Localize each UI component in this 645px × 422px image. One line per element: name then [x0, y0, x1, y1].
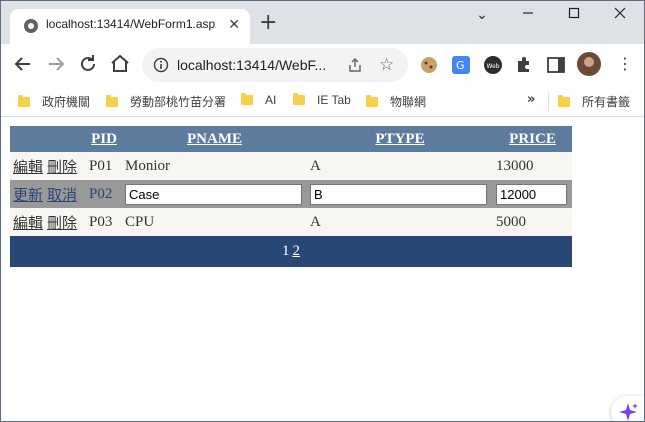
reload-icon[interactable] [76, 52, 100, 76]
folder-icon [558, 95, 570, 107]
bookmark-item[interactable]: 政府機關 [18, 93, 90, 109]
folder-icon [18, 95, 30, 107]
extension-cookie-icon[interactable] [419, 55, 439, 75]
pname-input[interactable] [125, 183, 302, 205]
puzzle-icon[interactable] [514, 55, 534, 75]
bookmark-item[interactable]: 物聯網 [366, 93, 426, 109]
pager-page-link[interactable]: 2 [293, 243, 301, 259]
header-ptype[interactable]: PTYPE [307, 126, 493, 152]
cancel-link[interactable]: 取消 [47, 188, 77, 204]
pager-current-page: 1 [282, 243, 290, 259]
info-icon[interactable] [153, 57, 169, 73]
folder-icon [293, 93, 305, 105]
table-row-editing: 更新 取消 P02 [10, 180, 572, 208]
back-icon[interactable] [11, 52, 35, 76]
sparkle-icon [619, 403, 638, 421]
grid-header-row: PID PNAME PTYPE PRICE [10, 126, 572, 152]
bookmarks-divider [548, 93, 549, 111]
ptype-cell: A [307, 208, 493, 236]
delete-link[interactable]: 刪除 [47, 160, 77, 176]
edit-link[interactable]: 編輯 [13, 216, 43, 232]
header-price[interactable]: PRICE [493, 126, 572, 152]
address-bar[interactable]: localhost:13414/WebF... ☆ [142, 48, 408, 82]
forward-icon[interactable] [44, 52, 68, 76]
price-input[interactable] [496, 183, 567, 205]
folder-icon [106, 95, 118, 107]
bookmark-item[interactable]: IE Tab [293, 93, 351, 109]
pid-cell: P01 [86, 152, 122, 180]
pid-cell: P03 [86, 208, 122, 236]
more-menu-icon[interactable]: ⋮ [617, 54, 633, 73]
pname-cell: CPU [122, 208, 307, 236]
ptype-input[interactable] [310, 183, 487, 205]
header-pname[interactable]: PNAME [122, 126, 307, 152]
header-pid[interactable]: PID [86, 126, 122, 152]
price-cell: 5000 [493, 208, 572, 236]
svg-text:Web: Web [487, 63, 500, 70]
table-row: 編輯 刪除 P03 CPU A 5000 [10, 208, 572, 236]
bookmarks-bar: 政府機關 勞動部桃竹苗分署 AI IE Tab 物聯網 » 所有書籤 [1, 86, 644, 117]
ptype-edit-cell [307, 180, 493, 208]
table-row: 編輯 刪除 P01 Monior A 13000 [10, 152, 572, 180]
close-window-icon[interactable] [605, 7, 635, 27]
folder-icon [241, 93, 253, 105]
maximize-icon[interactable] [559, 7, 589, 27]
translate-icon[interactable]: G [451, 55, 471, 75]
toolbar: localhost:13414/WebF... ☆ G Web ⋮ [1, 44, 644, 86]
title-bar: localhost:13414/WebForm1.aspx ✕ + ⌄ [1, 1, 644, 44]
bookmark-item[interactable]: AI [241, 93, 276, 109]
command-cell: 編輯 刪除 [10, 152, 86, 180]
product-gridview: PID PNAME PTYPE PRICE 編輯 刪除 P01 Monior A … [10, 126, 572, 267]
price-cell: 13000 [493, 152, 572, 180]
folder-icon [366, 95, 378, 107]
price-edit-cell [493, 180, 572, 208]
pager-row: 12 [10, 236, 572, 267]
new-tab-button[interactable]: + [259, 12, 277, 34]
globe-icon [24, 19, 38, 33]
url-text[interactable]: localhost:13414/WebF... [177, 57, 326, 73]
ptype-cell: A [307, 152, 493, 180]
edit-link[interactable]: 編輯 [13, 160, 43, 176]
minimize-icon[interactable] [513, 7, 543, 27]
share-icon[interactable] [347, 57, 363, 73]
copilot-button[interactable] [611, 396, 644, 421]
pname-cell: Monior [122, 152, 307, 180]
update-link[interactable]: 更新 [13, 188, 43, 204]
command-cell: 更新 取消 [10, 180, 86, 208]
pid-cell: P02 [86, 180, 122, 208]
home-icon[interactable] [108, 52, 132, 76]
avatar[interactable] [577, 52, 601, 76]
svg-text:G: G [456, 59, 465, 72]
tab-title: localhost:13414/WebForm1.aspx [46, 17, 216, 31]
all-bookmarks-button[interactable]: 所有書籤 [558, 93, 630, 109]
pname-edit-cell [122, 180, 307, 208]
pager-cell: 12 [10, 236, 572, 267]
header-command [10, 126, 86, 152]
browser-tab[interactable]: localhost:13414/WebForm1.aspx ✕ [10, 9, 250, 44]
page-content: PID PNAME PTYPE PRICE 編輯 刪除 P01 Monior A … [1, 117, 644, 421]
star-icon[interactable]: ☆ [379, 55, 394, 75]
delete-link[interactable]: 刪除 [47, 216, 77, 232]
bookmark-item[interactable]: 勞動部桃竹苗分署 [106, 93, 226, 109]
bookmarks-more-button[interactable]: » [527, 92, 535, 107]
chevron-down-icon[interactable]: ⌄ [467, 7, 497, 27]
browser-window: localhost:13414/WebForm1.aspx ✕ + ⌄ loca… [1, 1, 644, 421]
extension-web-icon[interactable]: Web [483, 55, 503, 75]
command-cell: 編輯 刪除 [10, 208, 86, 236]
side-panel-icon[interactable] [546, 55, 566, 75]
close-icon[interactable]: ✕ [228, 17, 240, 33]
